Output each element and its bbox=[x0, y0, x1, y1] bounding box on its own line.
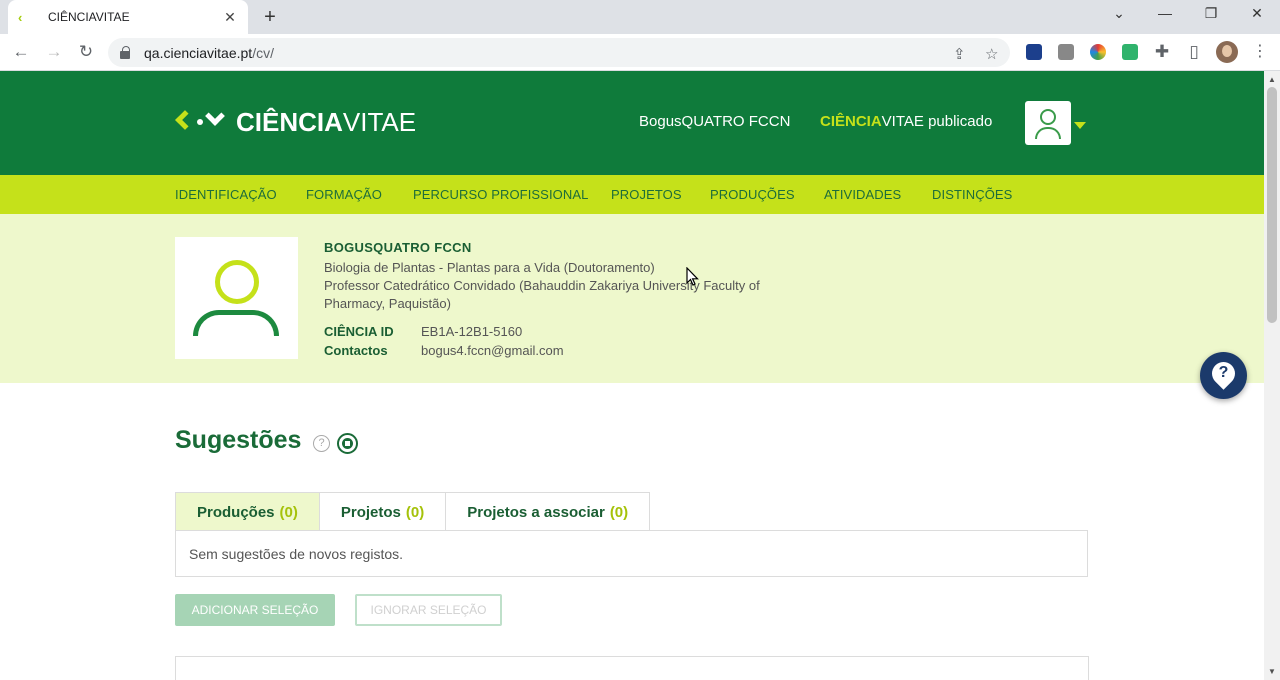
nav-item-projetos[interactable]: PROJETOS bbox=[611, 187, 682, 202]
help-circle-icon[interactable]: ? bbox=[313, 435, 330, 452]
scroll-up-icon[interactable]: ▲ bbox=[1268, 75, 1276, 84]
browser-tabstrip: ‹ CIÊNCIAVITAE ✕ + ⌄ — ❐ ✕ bbox=[0, 0, 1280, 34]
logo-text: CIÊNCIAVITAE bbox=[236, 107, 417, 137]
help-button[interactable]: ? bbox=[1200, 352, 1247, 399]
nav-item-atividades[interactable]: ATIVIDADES bbox=[824, 187, 901, 202]
nav-item-percurso-profissional[interactable]: PERCURSO PROFISSIONAL bbox=[413, 187, 588, 202]
close-window-button[interactable]: ✕ bbox=[1246, 5, 1268, 22]
ciencia-id-value: EB1A-12B1-5160 bbox=[421, 324, 523, 339]
site-header: CIÊNCIAVITAE BogusQUATRO FCCN CIÊNCIAVIT… bbox=[0, 71, 1264, 175]
extension-icon[interactable] bbox=[1026, 44, 1042, 60]
tab-search-icon[interactable]: ⌄ bbox=[1108, 5, 1130, 22]
restore-window-button[interactable]: ❐ bbox=[1200, 5, 1222, 22]
chevron-down-icon[interactable] bbox=[1074, 122, 1086, 129]
profile-degree: Biologia de Plantas - Plantas para a Vid… bbox=[324, 260, 655, 275]
forward-arrow-icon[interactable]: → bbox=[43, 41, 65, 63]
profile-name: BOGUSQUATRO FCCN bbox=[324, 240, 472, 255]
browser-tab[interactable]: ‹ CIÊNCIAVITAE ✕ bbox=[8, 0, 248, 34]
scrollbar-thumb[interactable] bbox=[1267, 87, 1277, 323]
suggestions-tabs: Produções (0) Projetos (0) Projetos a asso… bbox=[175, 492, 651, 531]
extensions-puzzle-icon[interactable]: ✚ bbox=[1151, 41, 1173, 63]
question-mark-icon: ? bbox=[1218, 364, 1229, 381]
tab-projetos[interactable]: Projetos (0) bbox=[318, 492, 447, 531]
profile-position: Professor Catedrático Convidado (Bahaudd… bbox=[324, 278, 760, 311]
collapse-toggle-icon[interactable] bbox=[337, 433, 358, 454]
side-panel-icon[interactable]: ▯ bbox=[1183, 41, 1205, 63]
page-content: CIÊNCIAVITAE BogusQUATRO FCCN CIÊNCIAVIT… bbox=[0, 71, 1264, 680]
tab-producoes[interactable]: Produções (0) bbox=[175, 492, 320, 531]
nav-item-identificacao[interactable]: IDENTIFICAÇÃO bbox=[175, 187, 277, 202]
suggestions-empty-message: Sem sugestões de novos registos. bbox=[175, 530, 1088, 577]
nav-item-distincoes[interactable]: DISTINÇÕES bbox=[932, 187, 1012, 202]
header-user-name[interactable]: BogusQUATRO FCCN bbox=[639, 113, 790, 130]
cienciavitae-favicon-icon: ‹ bbox=[18, 9, 23, 25]
back-arrow-icon[interactable]: ← bbox=[10, 41, 32, 63]
profile-summary: BOGUSQUATRO FCCN Biologia de Plantas - P… bbox=[0, 214, 1264, 383]
next-section-card bbox=[175, 656, 1089, 680]
suggestions-title: Sugestões bbox=[175, 426, 302, 454]
nav-item-producoes[interactable]: PRODUÇÕES bbox=[710, 187, 795, 202]
reload-icon[interactable]: ↻ bbox=[75, 41, 97, 63]
browser-menu-icon[interactable]: ⋮ bbox=[1252, 41, 1268, 61]
lock-icon[interactable] bbox=[120, 45, 130, 59]
scroll-down-icon[interactable]: ▼ bbox=[1268, 667, 1276, 676]
share-icon[interactable]: ⇪ bbox=[953, 45, 966, 63]
user-menu-avatar-button[interactable] bbox=[1025, 101, 1071, 145]
nav-item-formacao[interactable]: FORMAÇÃO bbox=[306, 187, 382, 202]
browser-tab-title: CIÊNCIAVITAE bbox=[48, 10, 130, 24]
cienciavitae-logo[interactable]: CIÊNCIAVITAE bbox=[175, 105, 417, 138]
url-text: qa.cienciavitae.pt/cv/ bbox=[144, 44, 274, 61]
new-tab-button[interactable]: + bbox=[260, 5, 280, 29]
bookmark-star-icon[interactable]: ☆ bbox=[985, 45, 998, 63]
add-selection-button[interactable]: ADICIONAR SELEÇÃO bbox=[175, 594, 335, 626]
logo-mark-icon bbox=[175, 105, 232, 137]
address-bar[interactable]: qa.cienciavitae.pt/cv/ ⇪ ☆ bbox=[108, 38, 1010, 67]
extension-icon[interactable] bbox=[1090, 44, 1106, 60]
section-nav: IDENTIFICAÇÃO FORMAÇÃO PERCURSO PROFISSI… bbox=[0, 175, 1264, 214]
browser-profile-avatar[interactable] bbox=[1216, 41, 1238, 63]
published-cv-link[interactable]: CIÊNCIAVITAE publicado bbox=[820, 113, 992, 130]
close-tab-icon[interactable]: ✕ bbox=[222, 9, 238, 26]
ignore-selection-button[interactable]: IGNORAR SELEÇÃO bbox=[355, 594, 502, 626]
extension-icon[interactable] bbox=[1122, 44, 1138, 60]
page-scrollbar[interactable]: ▲ ▼ bbox=[1264, 71, 1280, 680]
browser-toolbar: ← → ↻ qa.cienciavitae.pt/cv/ ⇪ ☆ ✚ ▯ bbox=[0, 34, 1280, 71]
ciencia-id-label: CIÊNCIA ID bbox=[324, 324, 394, 339]
extension-icon[interactable] bbox=[1058, 44, 1074, 60]
contact-email: bogus4.fccn@gmail.com bbox=[421, 343, 564, 358]
profile-photo-placeholder-icon bbox=[175, 237, 298, 359]
tab-projetos-a-associar[interactable]: Projetos a associar (0) bbox=[445, 492, 651, 531]
contacts-label: Contactos bbox=[324, 343, 388, 358]
minimize-window-button[interactable]: — bbox=[1154, 5, 1176, 21]
